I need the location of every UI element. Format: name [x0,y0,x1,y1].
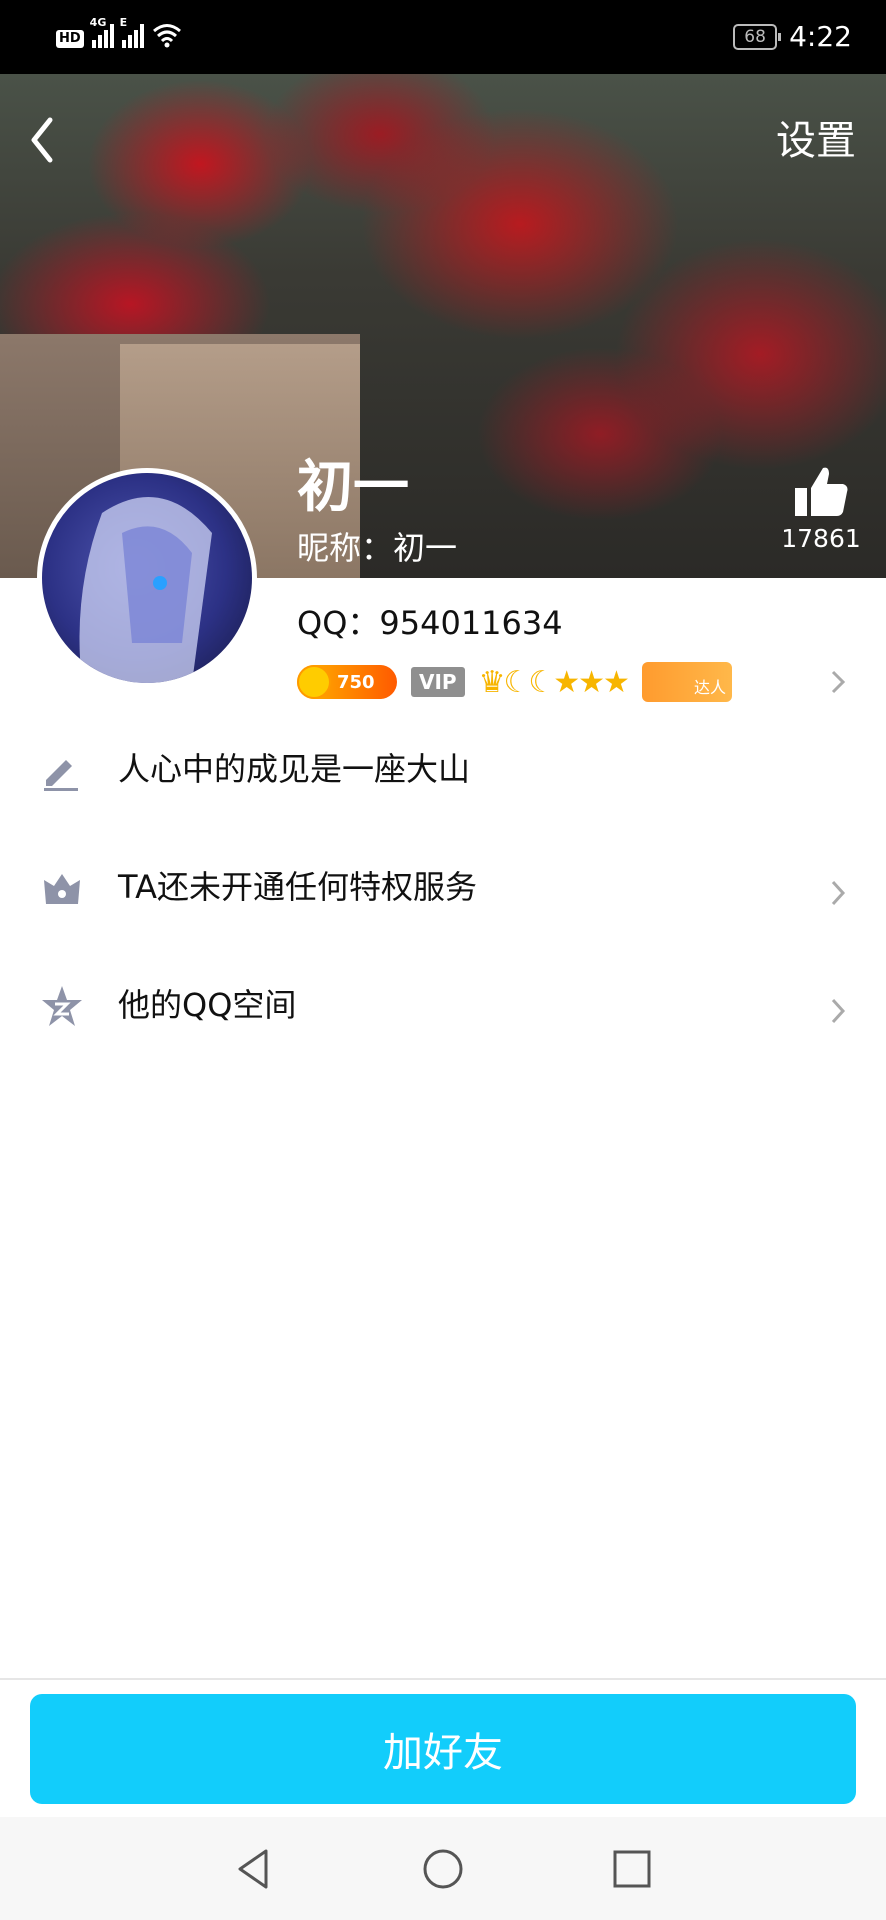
daren-badge: 达人 [641,662,732,702]
coin-value: 750 [337,671,375,693]
signal-label-e: E [119,16,128,29]
nav-recents-icon[interactable] [610,1847,654,1891]
signal-label-4g: 4G [89,16,107,29]
qzone-text: 他的QQ空间 [118,986,297,1024]
star-icon [42,986,82,1026]
system-nav-bar [0,1817,886,1920]
signal-icon: 4G [90,16,114,48]
status-right: 68 4:22 [733,20,852,53]
level-icons: ♛☾☾★★★ [478,664,630,700]
privilege-row[interactable]: TA还未开通任何特权服务 [0,838,886,948]
hd-indicator: HD [56,30,84,48]
profile-nickname: 昵称：初一 [297,529,458,567]
avatar[interactable] [37,468,257,688]
signature-row: 人心中的成见是一座大山 [0,720,886,830]
privilege-text: TA还未开通任何特权服务 [118,868,477,906]
badges-chevron-icon[interactable] [830,669,846,695]
status-time: 4:22 [789,20,852,53]
battery-icon: 68 [733,23,782,50]
crown-icon [44,874,80,904]
wifi-icon [152,24,181,48]
nav-home-icon[interactable] [421,1847,465,1891]
like-count: 17861 [781,524,861,553]
add-friend-button[interactable]: 加好友 [30,1694,856,1804]
qzone-row[interactable]: 他的QQ空间 [0,956,886,1066]
profile-name: 初一 [297,455,409,520]
settings-button[interactable]: 设置 [776,108,856,166]
coin-badge: 750 [297,665,397,699]
vip-badge: VIP [411,667,465,697]
signal-icon-2: E [120,16,144,48]
nav-back-icon[interactable] [232,1847,276,1891]
status-bar: HD 4G E 68 4:22 [0,0,886,74]
like-button[interactable]: 17861 [776,464,866,553]
thumbs-up-icon [795,467,848,516]
back-icon[interactable] [22,110,72,170]
status-left: HD 4G E [56,16,182,48]
bottom-divider [0,1678,886,1680]
coin-icon [297,665,331,699]
badges-row[interactable]: 750 VIP ♛☾☾★★★ 达人 [297,660,732,704]
privilege-chevron-icon [831,880,846,906]
qzone-chevron-icon [831,998,846,1024]
signature-text: 人心中的成见是一座大山 [118,750,471,788]
qq-number: QQ：954011634 [297,604,563,642]
pencil-icon [44,760,78,791]
avatar-image [79,497,212,683]
